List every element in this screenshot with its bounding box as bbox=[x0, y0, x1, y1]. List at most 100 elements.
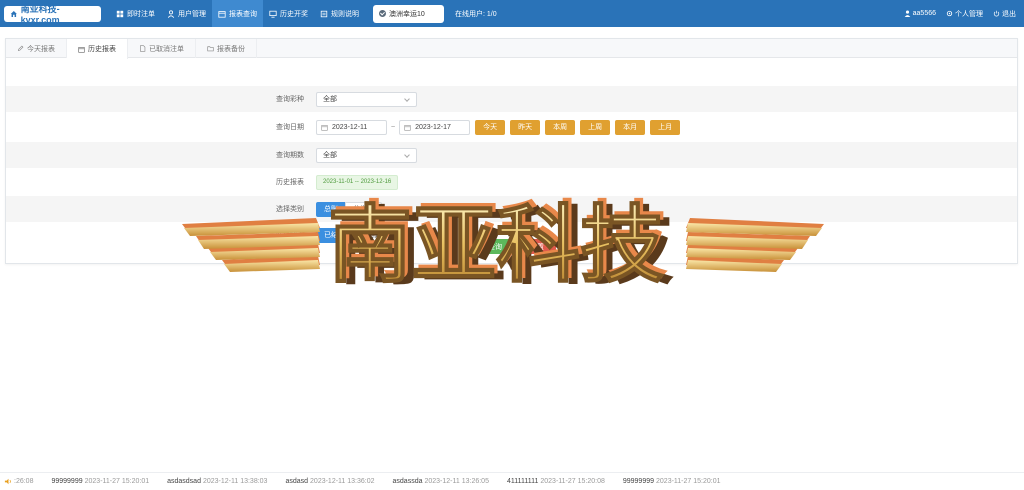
this-week-button[interactable]: 本周 bbox=[545, 119, 576, 135]
ticker-user: 99999999 bbox=[51, 478, 83, 485]
row-history: 历史报表 2023-11-01 -- 2023-12-16 bbox=[6, 169, 1017, 195]
book-icon bbox=[320, 10, 328, 17]
user-icon bbox=[167, 9, 175, 18]
tab-label: 历史报表 bbox=[88, 46, 116, 53]
ticker-time: 2023-12-11 13:36:02 bbox=[310, 478, 375, 485]
category-label: 选择类别 bbox=[276, 206, 304, 213]
ticker-user: asdasdsad bbox=[167, 478, 201, 485]
ticker-item: 411111111 2023-11-27 15:20:08 bbox=[507, 478, 605, 485]
calendar-icon bbox=[321, 124, 328, 131]
ticker-user: asdassda bbox=[392, 478, 423, 485]
account-name[interactable]: aa5566 bbox=[904, 10, 936, 17]
ticker-user: 411111111 bbox=[506, 478, 539, 485]
report-panel: 今天报表 历史报表 已取消注单 报表备份 查询彩种 全部 查询日期 2023-1… bbox=[5, 38, 1018, 264]
settle-field: 已结算 未结算 bbox=[316, 227, 389, 243]
monitor-icon bbox=[269, 10, 277, 18]
category-total-button[interactable]: 总账 bbox=[316, 201, 346, 217]
ticker-item: asdasd 2023-12-11 13:36:02 bbox=[285, 478, 374, 485]
yesterday-button[interactable]: 昨天 bbox=[510, 119, 541, 135]
date-label: 查询日期 bbox=[276, 124, 304, 131]
check-circle-icon bbox=[379, 10, 386, 17]
last-week-button[interactable]: 上周 bbox=[580, 119, 611, 135]
lottery-select[interactable]: 全部 bbox=[316, 91, 417, 107]
pen-icon bbox=[17, 45, 24, 52]
nav-label: 历史开奖 bbox=[280, 10, 308, 18]
folder-icon bbox=[207, 46, 214, 52]
today-button[interactable]: 今天 bbox=[475, 119, 506, 135]
tab-label: 今天报表 bbox=[27, 45, 55, 53]
document-icon bbox=[140, 45, 146, 52]
submit-button[interactable]: 查询 bbox=[476, 239, 514, 254]
date-start-value: 2023-12-11 bbox=[332, 123, 368, 131]
nav-label: 规则说明 bbox=[331, 10, 359, 18]
tab-today-report[interactable]: 今天报表 bbox=[6, 39, 67, 58]
broadcast-icon bbox=[4, 478, 11, 485]
row-lottery: 查询彩种 全部 bbox=[6, 86, 1017, 112]
period-select[interactable]: 全部 bbox=[316, 147, 417, 163]
period-label: 查询期数 bbox=[276, 152, 304, 159]
last-month-button[interactable]: 上月 bbox=[650, 119, 681, 135]
ticker-user: 99999999 bbox=[622, 478, 655, 485]
logo-text: 南亚科技-kvxr.com bbox=[20, 4, 60, 25]
settle-label: 结算状态 bbox=[276, 232, 304, 239]
gear-icon bbox=[946, 10, 953, 17]
online-ticker: :26:08 99999999 2023-11-27 15:20:01 asdas… bbox=[0, 472, 1024, 490]
power-icon bbox=[993, 10, 1000, 17]
logout-button[interactable]: 退出 bbox=[993, 9, 1016, 19]
date-field: 2023-12-11 ~ 2023-12-17 今天 昨天 本周 上周 本月 上… bbox=[316, 119, 681, 135]
logout-label: 退出 bbox=[1002, 10, 1016, 18]
user-icon bbox=[904, 10, 910, 17]
category-field: 总账 分类账 bbox=[316, 201, 382, 217]
ticker-lead-time: :26:08 bbox=[14, 478, 34, 485]
this-month-button[interactable]: 本月 bbox=[615, 119, 646, 135]
settle-settled-button[interactable]: 已结算 bbox=[316, 227, 353, 243]
chevron-down-icon bbox=[404, 95, 410, 102]
ticker-user: asdasd bbox=[285, 478, 309, 485]
history-range-badge[interactable]: 2023-11-01 -- 2023-12-16 bbox=[316, 174, 399, 190]
period-field: 全部 bbox=[316, 147, 417, 163]
ticker-item: 99999999 2023-11-27 15:20:01 bbox=[623, 478, 721, 485]
period-value: 全部 bbox=[323, 152, 337, 159]
tab-report-backup[interactable]: 报表备份 bbox=[196, 39, 257, 58]
row-date: 查询日期 2023-12-11 ~ 2023-12-17 今天 昨天 本周 上周… bbox=[6, 114, 1017, 140]
nav-item-users[interactable]: 用户管理 bbox=[161, 0, 212, 27]
lottery-switch[interactable]: 澳洲幸运10 bbox=[373, 4, 444, 23]
reset-button[interactable]: 重置 bbox=[518, 239, 556, 254]
nav-item-rules[interactable]: 规则说明 bbox=[314, 0, 365, 27]
top-nav-bar: 南亚科技-kvxr.com 即时注单 用户管理 报表查询 历史开奖 规则说明 澳… bbox=[0, 0, 1024, 27]
ticker-time: 2023-11-27 15:20:01 bbox=[656, 478, 721, 485]
calendar-icon bbox=[218, 10, 226, 18]
date-start-input[interactable]: 2023-12-11 bbox=[316, 119, 387, 135]
tab-cancelled-bets[interactable]: 已取消注单 bbox=[128, 39, 196, 58]
nav-label: 用户管理 bbox=[178, 10, 206, 18]
online-users: 在线用户: 1/0 bbox=[455, 10, 497, 18]
nav-label: 报表查询 bbox=[229, 10, 257, 18]
tab-label: 报表备份 bbox=[217, 45, 245, 53]
form-actions: 查询 重置 bbox=[476, 239, 556, 254]
row-category: 选择类别 总账 分类账 bbox=[6, 196, 1017, 222]
tab-history-report[interactable]: 历史报表 bbox=[67, 39, 128, 59]
settle-unsettled-button[interactable]: 未结算 bbox=[352, 227, 389, 243]
account-label: aa5566 bbox=[912, 10, 936, 17]
lottery-field: 全部 bbox=[316, 91, 417, 107]
range-separator: ~ bbox=[391, 123, 396, 131]
settle-toggle: 已结算 未结算 bbox=[316, 227, 389, 243]
calendar-icon bbox=[404, 124, 411, 131]
ticker-item: 99999999 2023-11-27 15:20:01 bbox=[51, 478, 149, 485]
ticker-item: asdasdsad 2023-12-11 13:38:03 bbox=[167, 478, 267, 485]
report-tabs: 今天报表 历史报表 已取消注单 报表备份 bbox=[6, 39, 1017, 59]
nav-item-live-bets[interactable]: 即时注单 bbox=[110, 0, 161, 27]
site-logo[interactable]: 南亚科技-kvxr.com bbox=[4, 4, 101, 25]
nav-item-reports[interactable]: 报表查询 bbox=[212, 0, 263, 27]
category-toggle: 总账 分类账 bbox=[316, 201, 382, 217]
nav-item-draw-history[interactable]: 历史开奖 bbox=[263, 0, 314, 27]
profile-link[interactable]: 个人管理 bbox=[946, 9, 983, 19]
ticker-time: 2023-12-11 13:38:03 bbox=[202, 478, 268, 485]
ticker-time: 2023-11-27 15:20:08 bbox=[540, 478, 605, 485]
history-field: 2023-11-01 -- 2023-12-16 bbox=[316, 174, 399, 190]
profile-label: 个人管理 bbox=[955, 10, 983, 18]
date-end-input[interactable]: 2023-12-17 bbox=[399, 119, 471, 135]
category-detail-button[interactable]: 分类账 bbox=[345, 201, 382, 217]
ticker-item: asdassda 2023-12-11 13:26:05 bbox=[393, 478, 489, 485]
tab-label: 已取消注单 bbox=[149, 45, 184, 53]
